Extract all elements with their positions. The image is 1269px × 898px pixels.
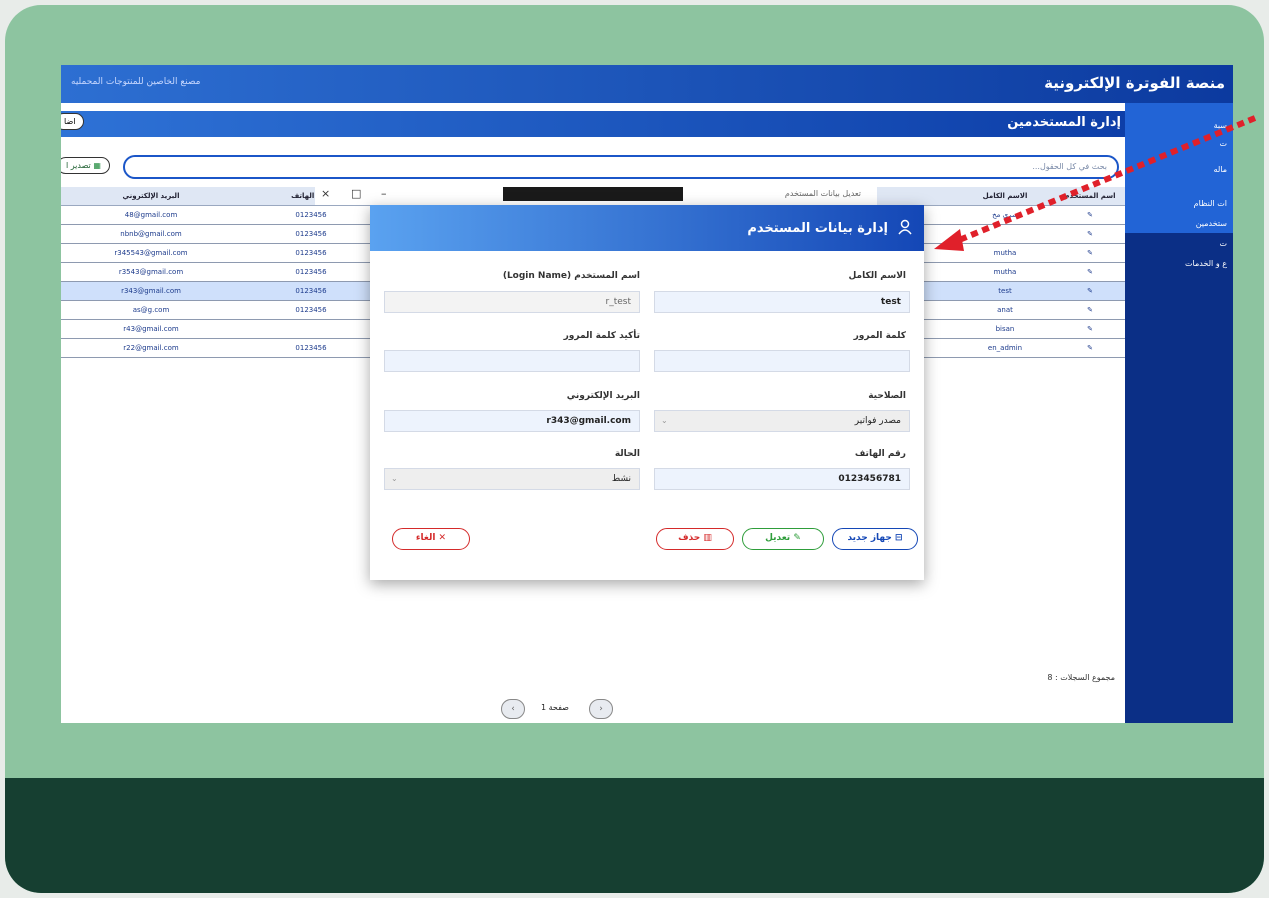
taskbar-icons xyxy=(503,187,683,201)
app-title: منصة الفوترة الإلكترونية xyxy=(1044,74,1225,92)
total-label: مجموع السجلات : xyxy=(1054,673,1115,682)
cell-name: en_admin xyxy=(955,338,1055,358)
cell-phone xyxy=(241,319,381,339)
confirm-password-field[interactable] xyxy=(384,350,640,372)
password-label: كلمة المرور xyxy=(853,331,906,341)
cell-phone: 0123456 xyxy=(241,224,381,244)
username-label: اسم المستخدم (Login Name) xyxy=(502,271,640,281)
new-device-button[interactable]: ⊟ جهاز جديد xyxy=(832,528,918,550)
username-field: r_test xyxy=(384,291,640,313)
export-label: تصدير ا xyxy=(66,161,91,170)
close-window-icon[interactable]: × xyxy=(321,187,330,200)
prev-page-button[interactable]: ‹ xyxy=(501,699,525,719)
phone-field[interactable]: 0123456781 xyxy=(654,468,910,490)
cell-phone: 0123456 xyxy=(241,281,381,301)
delete-button[interactable]: ▥ حذف xyxy=(656,528,734,550)
window-tab-title: تعديل بيانات المستخدم xyxy=(784,189,861,198)
close-icon: ✕ xyxy=(435,533,447,543)
fullname-field[interactable]: test xyxy=(654,291,910,313)
cell-phone: 0123456 xyxy=(241,243,381,263)
edit-icon[interactable]: ✎ xyxy=(1055,319,1125,339)
confirm-password-label: تأكيد كلمة المرور xyxy=(563,331,640,341)
save-icon: ⊟ xyxy=(891,533,903,543)
breadcrumb[interactable]: مصنع الخاصين للمنتوجات المحمليه xyxy=(71,77,200,87)
slide-footer-band xyxy=(5,778,1264,893)
cell-email: r3543@gmail.com xyxy=(61,262,241,282)
export-button[interactable]: ▦ تصدير ا xyxy=(61,157,110,174)
cell-name: bisan xyxy=(955,319,1055,339)
pagination: ‹ صفحة 1 › xyxy=(501,699,631,723)
cell-email: 48@gmail.com xyxy=(61,205,241,225)
pencil-icon: ✎ xyxy=(790,533,801,543)
cell-name: mutha xyxy=(955,262,1055,282)
chevron-down-icon: ⌄ xyxy=(391,474,398,483)
annotation-arrow xyxy=(934,115,1257,251)
cell-email: r343@gmail.com xyxy=(61,281,241,301)
status-label: الحالة xyxy=(614,449,640,459)
email-label: البريد الإلكتروني xyxy=(566,391,640,401)
page-indicator: صفحة 1 xyxy=(541,703,569,712)
status-value: نشط xyxy=(611,474,631,484)
dialog-title: إدارة بيانات المستخدم xyxy=(747,221,888,236)
edit-icon[interactable]: ✎ xyxy=(1055,262,1125,282)
cell-phone: 0123456 xyxy=(241,205,381,225)
dialog-header: إدارة بيانات المستخدم xyxy=(370,205,924,251)
new-device-label: جهاز جديد xyxy=(847,533,892,543)
cell-email: as@g.com xyxy=(61,300,241,320)
password-field[interactable] xyxy=(654,350,910,372)
excel-icon: ▦ xyxy=(90,161,101,170)
maximize-window-icon[interactable]: □ xyxy=(351,187,361,200)
next-page-button[interactable]: › xyxy=(589,699,613,719)
chevron-down-icon: ⌄ xyxy=(661,416,668,425)
cancel-label: الغاء xyxy=(415,533,436,543)
edit-icon[interactable]: ✎ xyxy=(1055,300,1125,320)
app-header: منصة الفوترة الإلكترونية مصنع الخاصين لل… xyxy=(61,65,1233,103)
role-select[interactable]: مصدر فواتير ⌄ xyxy=(654,410,910,432)
cell-email: r43@gmail.com xyxy=(61,319,241,339)
cell-email: nbnb@gmail.com xyxy=(61,224,241,244)
role-label: الصلاحية xyxy=(868,391,906,401)
user-dialog: إدارة بيانات المستخدم الاسم الكامل test … xyxy=(370,205,924,580)
email-field[interactable]: r343@gmail.com xyxy=(384,410,640,432)
cell-email: r345543@gmail.com xyxy=(61,243,241,263)
slide-frame: منصة الفوترة الإلكترونية مصنع الخاصين لل… xyxy=(5,5,1264,893)
edit-icon[interactable]: ✎ xyxy=(1055,281,1125,301)
fullname-label: الاسم الكامل xyxy=(848,271,906,281)
trash-icon: ▥ xyxy=(700,533,712,543)
add-user-button[interactable]: اضا xyxy=(61,113,85,130)
cell-phone: 0123456 xyxy=(241,338,381,358)
col-email[interactable]: البريد الإلكتروني xyxy=(61,187,241,206)
cell-name: anat xyxy=(955,300,1055,320)
sidebar-item-services[interactable]: ع و الخدمات xyxy=(1185,259,1227,268)
window-chrome: × □ – تعديل بيانات المستخدم xyxy=(315,185,877,205)
cell-phone: 0123456 xyxy=(241,300,381,320)
edit-icon[interactable]: ✎ xyxy=(1055,338,1125,358)
cell-email: r22@gmail.com xyxy=(61,338,241,358)
total-count: 8 xyxy=(1047,673,1053,682)
edit-button[interactable]: ✎ تعديل xyxy=(742,528,824,550)
status-select[interactable]: نشط ⌄ xyxy=(384,468,640,490)
minimize-window-icon[interactable]: – xyxy=(381,187,387,200)
cancel-button[interactable]: ✕ الغاء xyxy=(392,528,470,550)
edit-label: تعديل xyxy=(765,533,791,543)
delete-label: حذف xyxy=(678,533,701,543)
records-total: مجموع السجلات : 8 xyxy=(1047,673,1115,682)
cell-name: test xyxy=(955,281,1055,301)
phone-label: رقم الهاتف xyxy=(854,449,906,459)
cell-phone: 0123456 xyxy=(241,262,381,282)
role-value: مصدر فواتير xyxy=(854,416,901,426)
user-icon xyxy=(898,219,912,235)
